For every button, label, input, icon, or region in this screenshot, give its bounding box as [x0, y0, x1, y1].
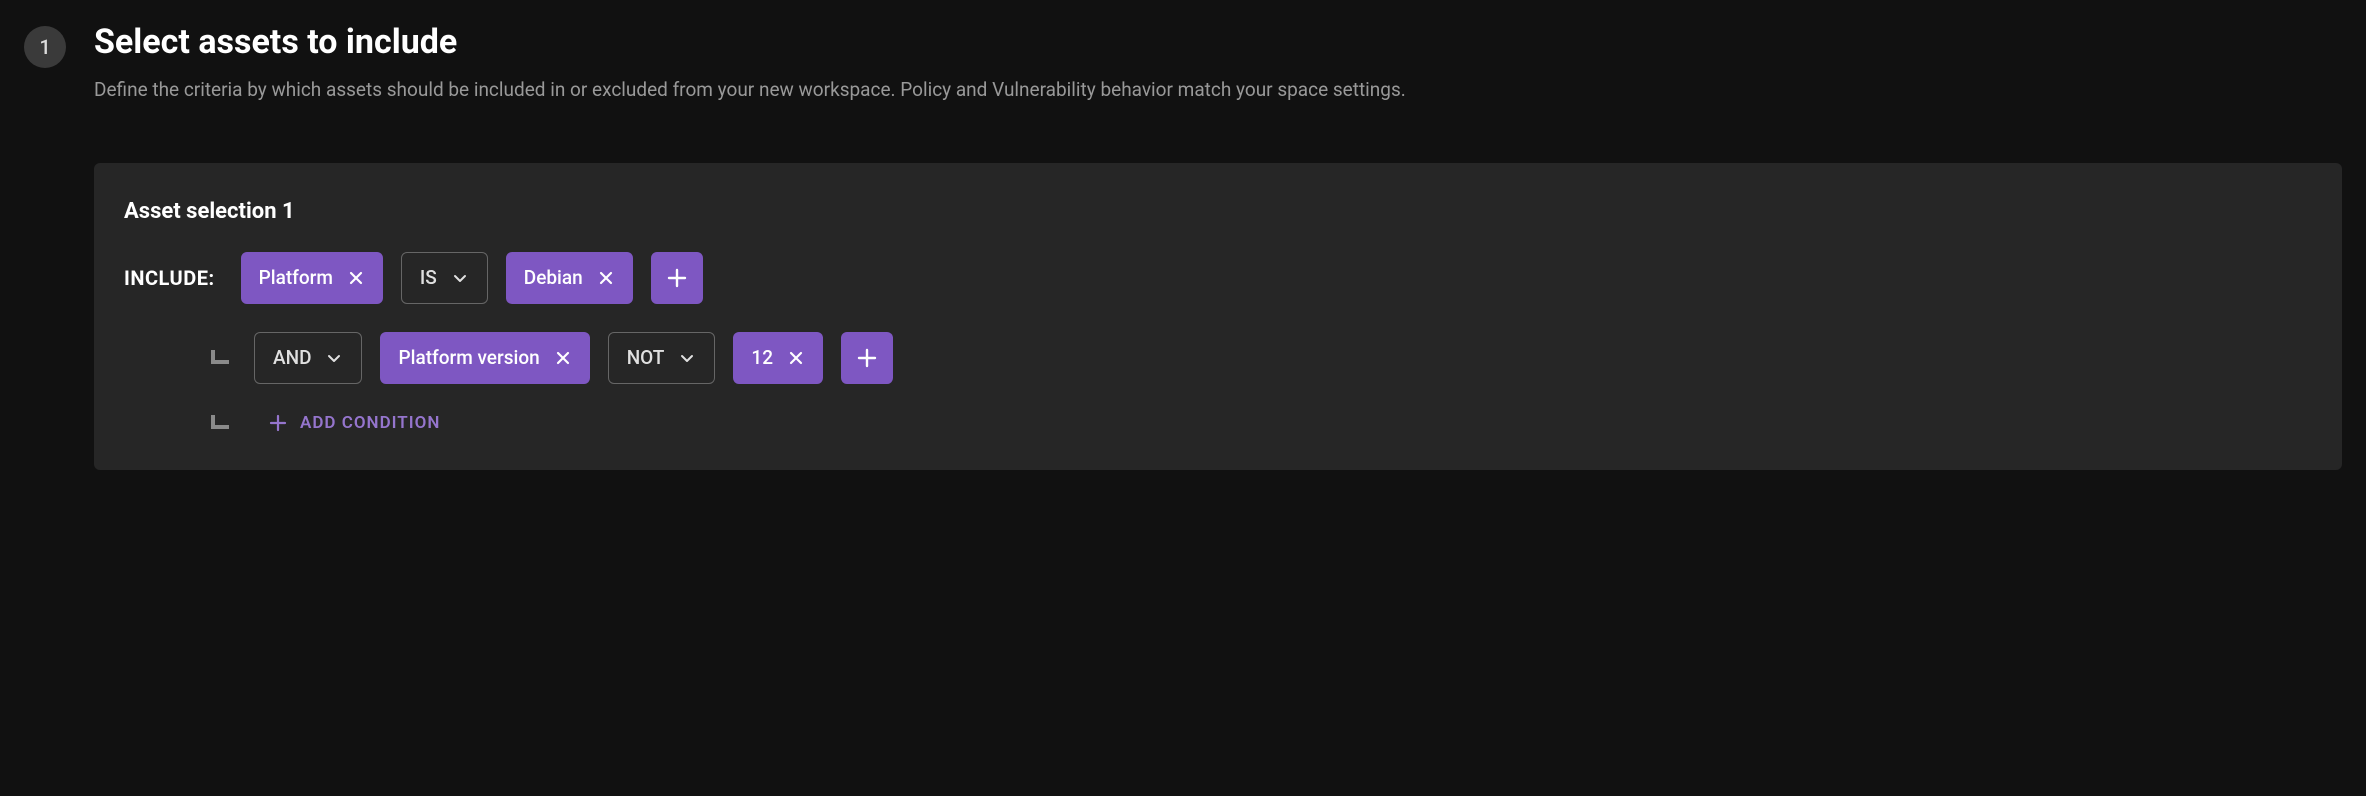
close-icon[interactable] [597, 269, 615, 287]
operator-select-is[interactable]: IS [401, 252, 488, 304]
close-icon[interactable] [554, 349, 572, 367]
add-condition-button[interactable]: ADD CONDITION [268, 413, 440, 433]
asset-selection-panel: Asset selection 1 INCLUDE: Platform IS D… [94, 163, 2342, 470]
plus-icon [268, 413, 288, 433]
value-chip-12[interactable]: 12 [733, 332, 823, 384]
branch-icon [210, 347, 232, 369]
field-chip-platform[interactable]: Platform [241, 252, 383, 304]
operator-select-not[interactable]: NOT [608, 332, 716, 384]
field-chip-label: Platform version [398, 346, 539, 369]
add-condition-label: ADD CONDITION [300, 413, 440, 433]
close-icon[interactable] [347, 269, 365, 287]
condition-row-1: INCLUDE: Platform IS Debian [124, 252, 2312, 304]
field-chip-label: Platform [259, 266, 333, 289]
branch-icon [210, 412, 232, 434]
operator-label: IS [420, 266, 437, 289]
value-chip-debian[interactable]: Debian [506, 252, 633, 304]
chevron-down-icon [451, 269, 469, 287]
header-content: Select assets to include Define the crit… [94, 22, 2342, 105]
chevron-down-icon [325, 349, 343, 367]
operator-label: NOT [627, 346, 665, 369]
step-badge: 1 [24, 26, 66, 68]
page-title: Select assets to include [94, 22, 2342, 62]
add-value-button[interactable] [841, 332, 893, 384]
condition-row-2: AND Platform version NOT 12 [210, 332, 2312, 384]
include-label: INCLUDE: [124, 266, 215, 290]
close-icon[interactable] [787, 349, 805, 367]
conjunction-label: AND [273, 346, 311, 369]
field-chip-platform-version[interactable]: Platform version [380, 332, 589, 384]
value-chip-label: 12 [751, 346, 773, 369]
panel-title: Asset selection 1 [124, 199, 2312, 224]
add-condition-row: ADD CONDITION [210, 412, 2312, 434]
step-number: 1 [39, 35, 50, 59]
conjunction-select-and[interactable]: AND [254, 332, 362, 384]
value-chip-label: Debian [524, 266, 583, 289]
page-subtitle: Define the criteria by which assets shou… [94, 76, 2342, 105]
add-value-button[interactable] [651, 252, 703, 304]
chevron-down-icon [678, 349, 696, 367]
